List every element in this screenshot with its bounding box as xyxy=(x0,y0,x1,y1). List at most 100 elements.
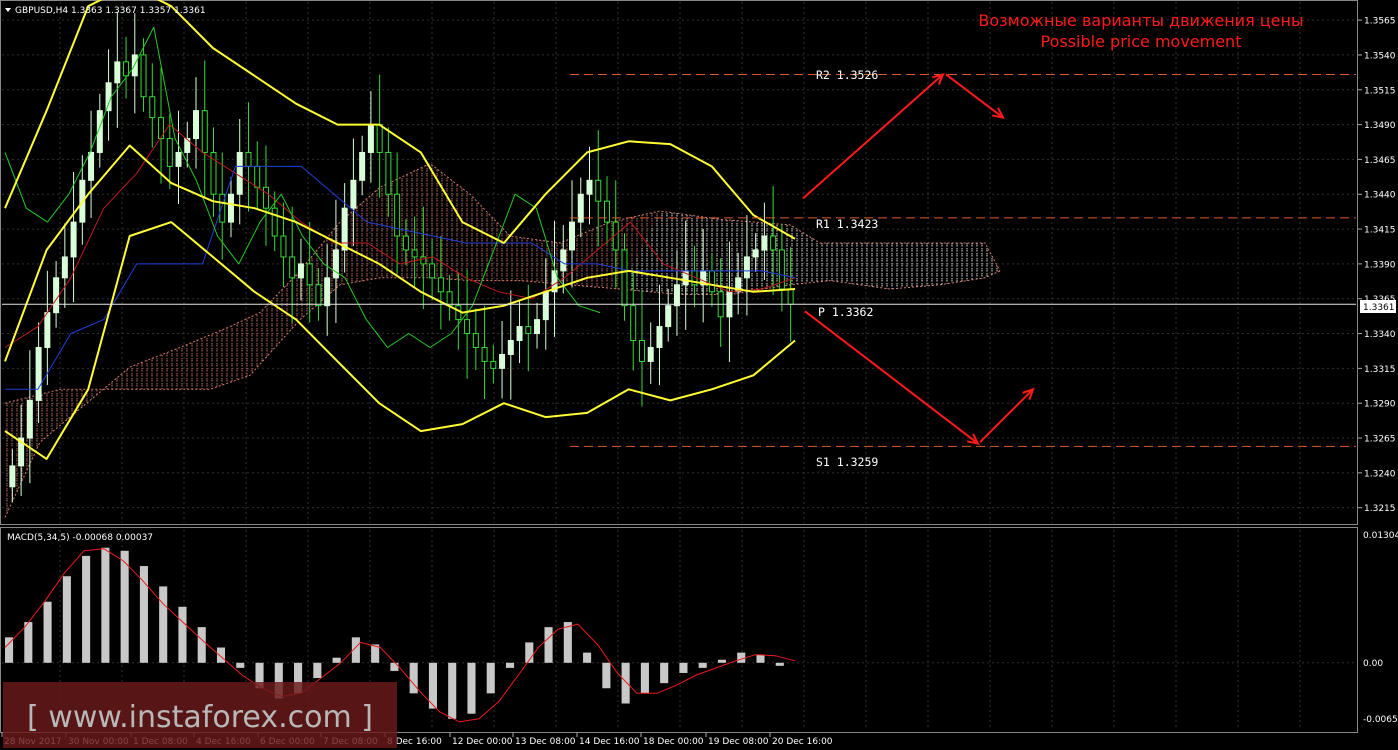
price-tick-label: 1.3565 xyxy=(1364,17,1396,27)
macd-bar xyxy=(101,547,110,663)
macd-bar xyxy=(216,647,226,663)
trading-chart[interactable]: 1.3565 1.3540 1.3515 1.3490 1.3465 1.3440 1.34… xyxy=(0,0,1398,750)
watermark-text: [ www.instaforex.com ] xyxy=(27,700,373,735)
candle-body xyxy=(577,193,584,223)
candle-body xyxy=(656,326,663,348)
candle-body xyxy=(140,54,147,98)
candle-body xyxy=(525,326,532,335)
candle-body xyxy=(464,319,471,335)
candle-body xyxy=(534,319,541,335)
price-tick-label: 1.3440 xyxy=(1364,191,1396,201)
candle-body xyxy=(359,151,366,181)
annotation-ru: Возможные варианты движения цены xyxy=(978,11,1303,30)
candle-body xyxy=(9,465,16,488)
candle-body xyxy=(227,193,234,223)
candle-body xyxy=(507,340,514,355)
price-tick-label: 1.3490 xyxy=(1364,121,1396,131)
macd-bar xyxy=(602,662,611,689)
candle-body xyxy=(376,124,383,153)
candle-body xyxy=(446,291,453,307)
candle-body xyxy=(44,312,51,348)
price-tick-label: 1.3415 xyxy=(1364,226,1396,236)
candle-body xyxy=(595,179,602,202)
price-tick-label: 1.3215 xyxy=(1364,504,1396,514)
level-label-r2: R2 1.3526 xyxy=(816,68,878,82)
macd-bar xyxy=(5,637,14,663)
macd-tick-label: -0.00652 xyxy=(1363,715,1398,725)
candle-body xyxy=(315,284,322,307)
candle-body xyxy=(761,235,768,251)
macd-bar xyxy=(178,606,187,663)
candle-body xyxy=(630,305,637,342)
macd-bar xyxy=(775,662,784,666)
macd-bar xyxy=(62,576,71,663)
macd-bar xyxy=(313,662,322,679)
candle-body xyxy=(26,399,33,439)
macd-bar xyxy=(390,662,399,671)
candle-body xyxy=(289,256,296,279)
candle-body xyxy=(516,326,523,342)
candle-body xyxy=(752,249,759,258)
candle-body xyxy=(394,193,401,237)
macd-bar xyxy=(43,601,52,663)
candle-body xyxy=(481,346,488,362)
macd-tick-label: 0.01304 xyxy=(1363,531,1398,541)
candle-body xyxy=(280,235,287,258)
macd-bar xyxy=(159,586,168,663)
macd-label: MACD(5,34,5) -0.00068 0.00037 xyxy=(7,533,153,543)
candle-body xyxy=(621,249,628,307)
candle-body xyxy=(114,61,121,84)
price-tick-label: 1.3340 xyxy=(1364,330,1396,340)
candle-body xyxy=(569,221,576,251)
candle-body xyxy=(367,124,374,153)
candle-body xyxy=(770,235,777,251)
candle-body xyxy=(499,353,506,369)
macd-bar xyxy=(717,659,727,663)
macd-bar xyxy=(486,662,495,694)
macd-bar xyxy=(640,662,649,694)
macd-bar xyxy=(82,555,91,663)
level-label-p: P 1.3362 xyxy=(818,305,873,319)
macd-bar xyxy=(544,627,553,663)
price-tick-label: 1.3465 xyxy=(1364,156,1396,166)
candle-body xyxy=(341,207,348,251)
current-price-label: 1.3361 xyxy=(1363,303,1395,313)
candle-body xyxy=(542,291,549,321)
candle-body xyxy=(560,249,567,272)
candle-body xyxy=(53,277,60,314)
price-tick-label: 1.3315 xyxy=(1364,365,1396,375)
price-tick-label: 1.3540 xyxy=(1364,51,1396,61)
candle-body xyxy=(149,96,156,119)
candle-body xyxy=(455,305,462,321)
candle-body xyxy=(297,263,304,279)
price-tick-label: 1.3290 xyxy=(1364,400,1396,410)
macd-bar xyxy=(24,622,33,663)
candle-body xyxy=(245,151,252,167)
candle-body xyxy=(586,179,593,195)
time-tick-label: 14 Dec 16:00 xyxy=(579,737,640,747)
macd-bar xyxy=(467,662,476,714)
time-tick-label: 13 Dec 08:00 xyxy=(515,737,576,747)
candle-body xyxy=(385,151,392,195)
macd-tick-label: 0.00 xyxy=(1363,659,1383,669)
candle-body xyxy=(411,249,418,258)
macd-bar xyxy=(698,662,707,668)
candle-body xyxy=(673,284,680,307)
candle-body xyxy=(429,263,436,279)
level-label-r1: R1 1.3423 xyxy=(816,217,878,231)
candle-body xyxy=(201,110,208,153)
candle-body xyxy=(271,207,278,237)
price-tick-label: 1.3240 xyxy=(1364,469,1396,479)
price-tick-label: 1.3515 xyxy=(1364,86,1396,96)
price-tick-label: 1.3265 xyxy=(1364,435,1396,445)
candle-body xyxy=(306,263,313,286)
candle-body xyxy=(123,61,130,77)
candle-body xyxy=(105,82,112,112)
level-label-s1: S1 1.3259 xyxy=(816,455,878,469)
candle-body xyxy=(88,151,95,181)
time-tick-label: 18 Dec 00:00 xyxy=(643,737,704,747)
macd-bar xyxy=(120,550,129,663)
candle-body xyxy=(665,305,672,328)
candle-body xyxy=(708,270,715,293)
price-tick-label: 1.3390 xyxy=(1364,260,1396,270)
